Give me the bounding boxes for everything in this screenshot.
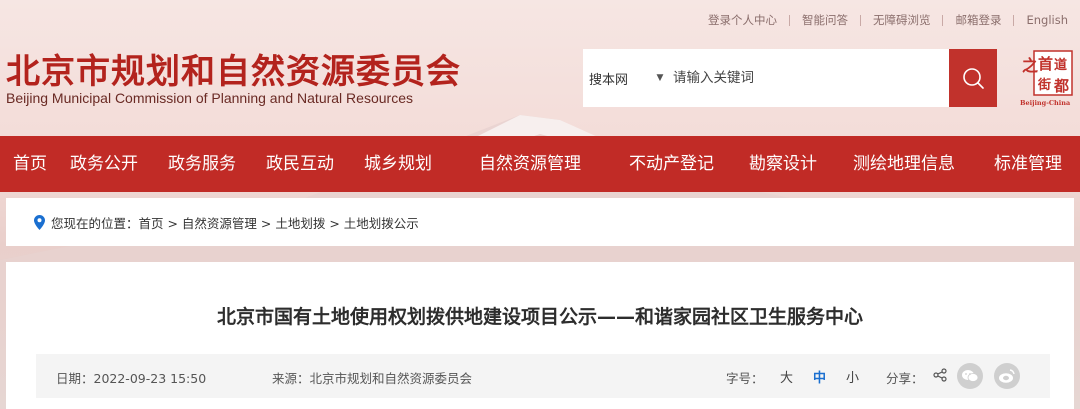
nav-home[interactable]: 首页 [13, 136, 47, 192]
nav-real-estate-registration[interactable]: 不动产登记 [629, 136, 714, 192]
nav-standards[interactable]: 标准管理 [994, 136, 1062, 192]
nav-gov-services[interactable]: 政务服务 [168, 136, 236, 192]
font-size-medium-button[interactable]: 中 [813, 367, 826, 386]
nav-survey-design[interactable]: 勘察设计 [749, 136, 817, 192]
font-size-small-button[interactable]: 小 [846, 367, 859, 386]
caret-down-icon[interactable]: ▼ [653, 73, 667, 83]
nav-surveying-geoinfo[interactable]: 测绘地理信息 [853, 136, 955, 192]
search-scope-select[interactable]: 搜本网 [583, 69, 653, 88]
svg-text:街: 街 [1037, 77, 1051, 93]
share-icon[interactable] [933, 368, 947, 385]
english-link[interactable]: English [1014, 13, 1080, 27]
location-pin-icon [34, 214, 45, 230]
capital-seal-logo: 之 首 都 街 道 Beijing-China [1020, 49, 1074, 107]
article-meta-bar: 日期：2022-09-23 15:50 来源：北京市规划和自然资源委员会 字号：… [36, 354, 1050, 398]
share-label: 分享： [886, 371, 924, 386]
nav-urban-rural-planning[interactable]: 城乡规划 [364, 136, 432, 192]
top-utility-links: 登录个人中心 智能问答 无障碍浏览 邮箱登录 English [696, 11, 1080, 29]
main-nav: 首页 政务公开 政务服务 政民互动 城乡规划 自然资源管理 不动产登记 勘察设计… [0, 136, 1080, 192]
search-icon [963, 68, 984, 89]
site-title[interactable]: 北京市规划和自然资源委员会 [6, 44, 461, 93]
accessibility-link[interactable]: 无障碍浏览 [861, 12, 943, 28]
svg-text:Beijing-China: Beijing-China [1020, 99, 1071, 107]
svg-text:道: 道 [1054, 57, 1067, 73]
publish-date: 日期：2022-09-23 15:50 [56, 371, 207, 386]
smart-qa-link[interactable]: 智能问答 [790, 12, 860, 28]
font-size-large-button[interactable]: 大 [780, 367, 793, 386]
wechat-share-icon[interactable] [957, 363, 983, 389]
nav-public-interaction[interactable]: 政民互动 [266, 136, 334, 192]
article-source: 来源：北京市规划和自然资源委员会 [272, 371, 473, 386]
breadcrumb: 您现在的位置：首页 > 自然资源管理 > 土地划拨 > 土地划拨公示 [6, 198, 1074, 246]
site-title-en: Beijing Municipal Commission of Planning… [6, 90, 413, 106]
search-button[interactable] [949, 49, 997, 107]
font-size-label: 字号： [726, 371, 764, 386]
article-title: 北京市国有土地使用权划拨供地建设项目公示——和谐家园社区卫生服务中心 [216, 306, 863, 328]
svg-text:都: 都 [1053, 77, 1069, 95]
article-panel: 北京市国有土地使用权划拨供地建设项目公示——和谐家园社区卫生服务中心 日期：20… [6, 262, 1074, 409]
nav-gov-affairs-open[interactable]: 政务公开 [70, 136, 138, 192]
nav-natural-resources[interactable]: 自然资源管理 [479, 136, 581, 192]
mail-login-link[interactable]: 邮箱登录 [943, 12, 1013, 28]
search-input[interactable] [667, 57, 949, 99]
weibo-share-icon[interactable] [994, 363, 1020, 389]
search-box: 搜本网 ▼ [583, 49, 997, 107]
breadcrumb-text[interactable]: 您现在的位置：首页 > 自然资源管理 > 土地划拨 > 土地划拨公示 [51, 213, 419, 232]
svg-text:之: 之 [1022, 56, 1038, 75]
svg-text:首: 首 [1038, 55, 1053, 73]
login-link[interactable]: 登录个人中心 [696, 12, 789, 28]
